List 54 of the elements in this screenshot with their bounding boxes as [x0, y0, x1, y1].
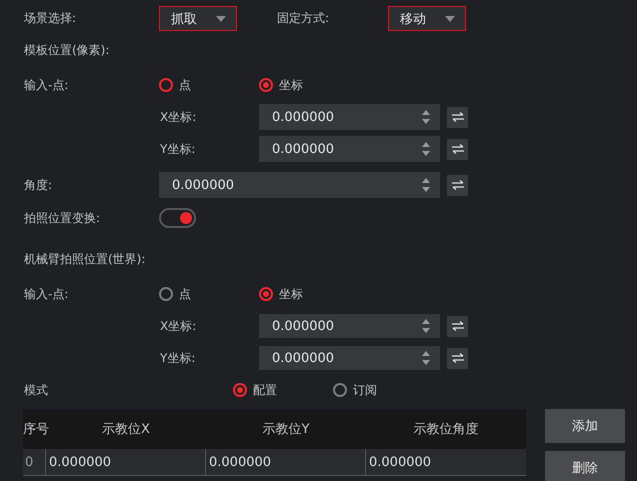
caret-icon	[445, 16, 455, 22]
number-field[interactable]: 0.000000	[259, 104, 440, 130]
number-field[interactable]: 0.000000	[259, 136, 440, 162]
swap-icon	[450, 180, 464, 190]
section-title: 机械臂拍照位置(世界):	[24, 250, 146, 268]
field-label: Y坐标:	[159, 140, 196, 158]
swap-icon	[450, 112, 464, 122]
radio-option[interactable]: 订阅	[333, 382, 433, 398]
number-field[interactable]: 0.000000	[159, 172, 440, 198]
column-header: 示教位X	[101, 421, 151, 438]
field-label: Y坐标:	[159, 350, 196, 366]
field-label: 固定方式:	[276, 10, 330, 27]
action-button[interactable]: 添加	[545, 409, 625, 443]
column-header: 序号	[23, 421, 46, 438]
column-header: 示教位角度	[412, 421, 480, 438]
swap-icon	[450, 144, 464, 154]
dropdown[interactable]: 移动	[388, 6, 466, 31]
field-label: 拍照位置变换:	[23, 210, 102, 226]
field-label: X坐标:	[159, 318, 198, 334]
field-label: 输入-点:	[23, 286, 70, 302]
radio-option[interactable]: 坐标	[259, 286, 359, 302]
spinner-icon	[422, 110, 430, 124]
dropdown[interactable]: 抓取	[159, 6, 237, 31]
swap-button[interactable]	[447, 316, 468, 336]
spinner-icon	[422, 351, 430, 365]
radio-option[interactable]: 点	[159, 76, 259, 94]
number-field[interactable]: 0.000000	[259, 346, 440, 370]
number-field[interactable]: 0.000000	[259, 314, 440, 338]
field-label: 模式	[23, 382, 49, 398]
radio-option[interactable]: 配置	[233, 382, 333, 398]
column-header: 示教位Y	[262, 421, 310, 438]
table-cell: 0.000000	[46, 449, 206, 475]
field-label: 输入-点:	[23, 76, 70, 94]
swap-button[interactable]	[447, 106, 468, 128]
action-button[interactable]: 删除	[545, 451, 625, 481]
swap-icon	[450, 321, 464, 331]
field-label: 场景选择:	[23, 10, 78, 27]
table-cell: 0	[23, 449, 46, 475]
field-label: 角度:	[23, 176, 54, 194]
swap-button[interactable]	[447, 138, 468, 160]
radio-option[interactable]: 坐标	[259, 76, 359, 94]
section-title: 模板位置(像素):	[24, 42, 110, 58]
table-cell: 0.000000	[206, 449, 366, 475]
spinner-icon	[422, 142, 430, 156]
toggle-switch[interactable]	[159, 208, 196, 228]
radio-option[interactable]: 点	[159, 286, 259, 302]
spinner-icon	[422, 319, 430, 333]
swap-button[interactable]	[447, 174, 468, 196]
field-label: X坐标:	[159, 108, 198, 126]
spinner-icon	[422, 178, 430, 192]
caret-icon	[216, 16, 226, 22]
swap-icon	[450, 353, 464, 363]
table-cell-text: 0.000000	[368, 454, 432, 472]
swap-button[interactable]	[447, 348, 468, 368]
